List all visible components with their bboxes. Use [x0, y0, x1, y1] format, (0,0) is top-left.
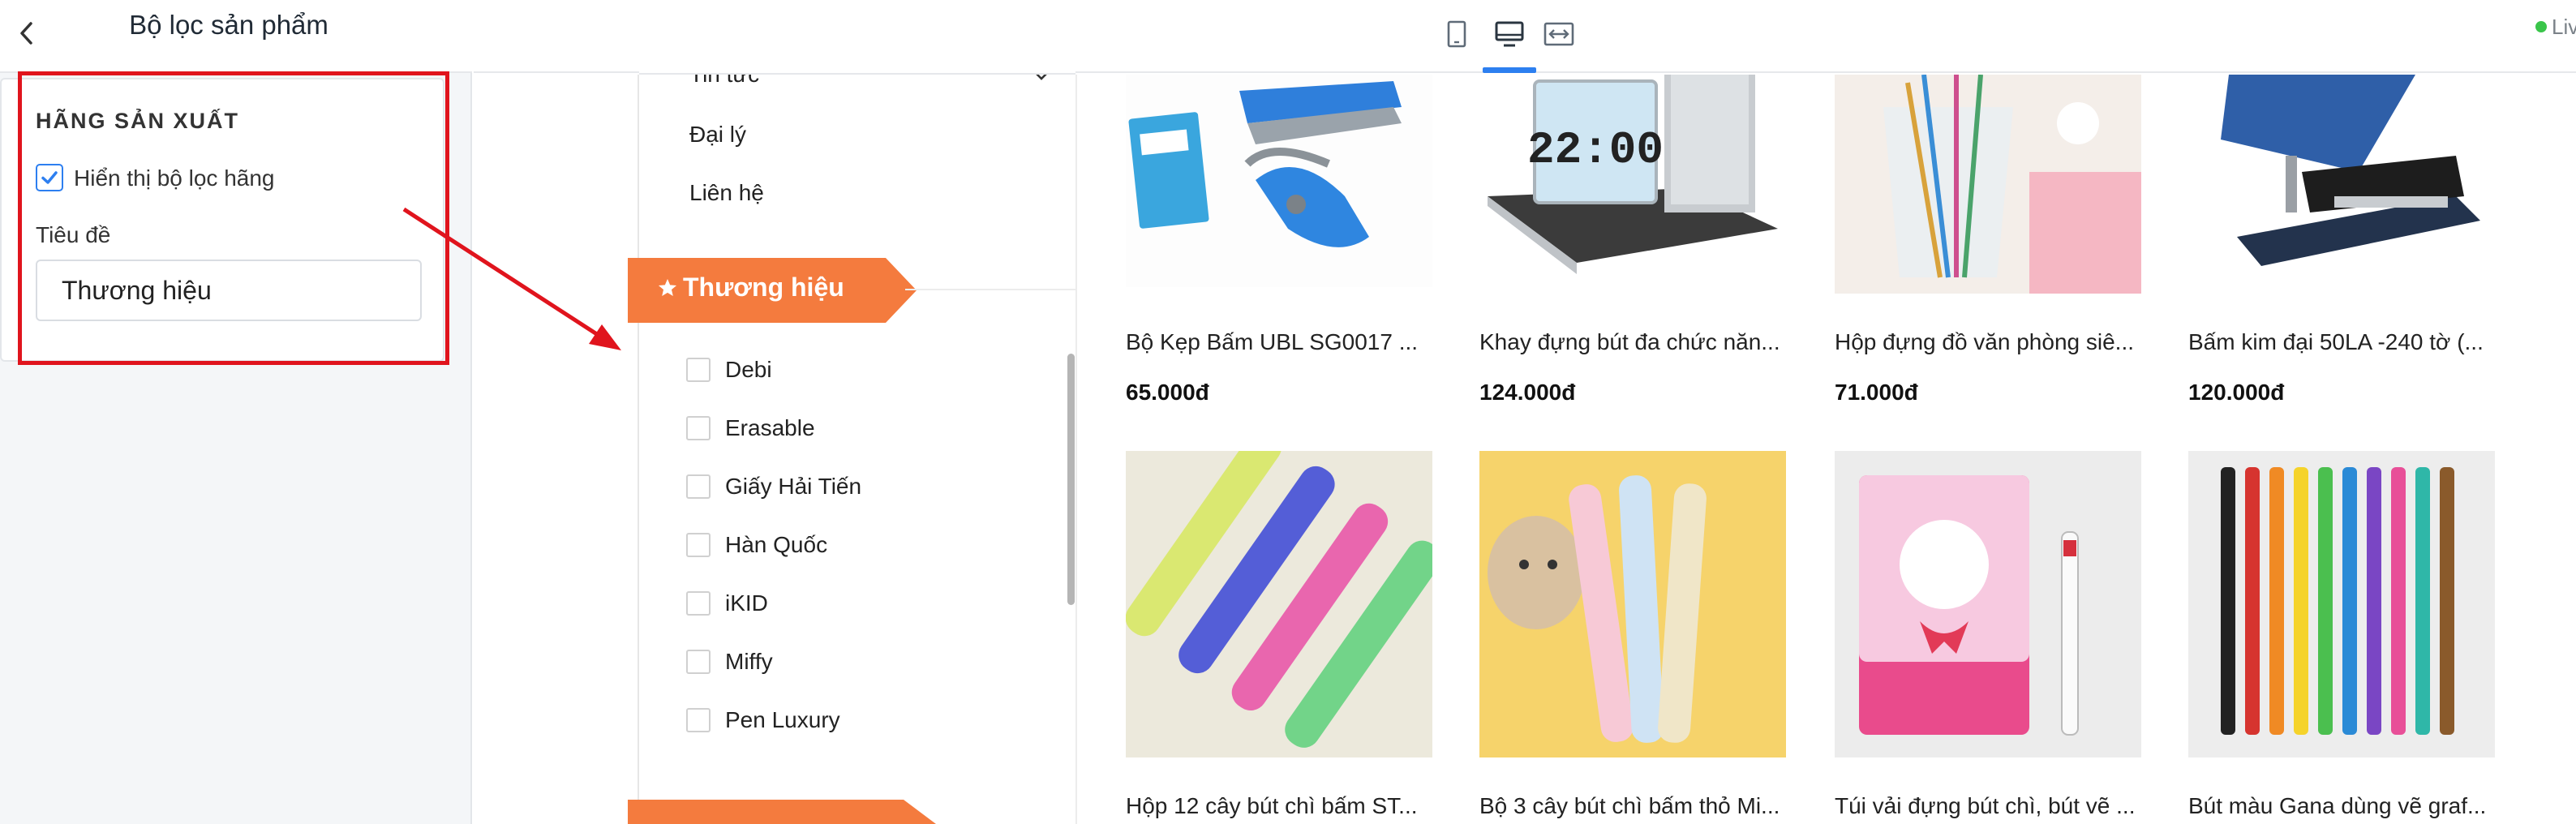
brand-checkbox[interactable] — [686, 650, 711, 674]
desktop-view-button[interactable] — [1488, 13, 1531, 55]
product-name[interactable]: Bộ 3 cây bút chì bấm thỏ Mi... — [1479, 793, 1786, 819]
heavy-stapler-image — [2188, 75, 2495, 287]
live-status-dot — [2535, 21, 2547, 32]
brand-checkbox[interactable] — [686, 474, 711, 499]
clock-pen-holder-image: 22:00 — [1479, 75, 1786, 287]
brand-item-ikid[interactable]: iKID — [686, 587, 768, 620]
mechanical-pencils-image — [1126, 451, 1432, 757]
product-image[interactable] — [1126, 75, 1432, 287]
product-name[interactable]: Khay đựng bút đa chức năn... — [1479, 329, 1786, 355]
product-image[interactable] — [1479, 451, 1786, 757]
mobile-icon — [1447, 20, 1466, 48]
brand-label: iKID — [725, 590, 768, 616]
product-price: 120.000đ — [2188, 380, 2285, 405]
brand-item-miffy[interactable]: Miffy — [686, 646, 773, 678]
ribbon-underline — [905, 289, 1075, 290]
star-icon — [658, 278, 677, 296]
preview-divider — [638, 75, 639, 824]
brand-label: Miffy — [725, 649, 773, 674]
product-image[interactable]: 22:00 — [1479, 75, 1786, 287]
brand-checkbox[interactable] — [686, 416, 711, 440]
brand-checkbox[interactable] — [686, 591, 711, 616]
panel-title: Bộ lọc sản phẩm — [129, 10, 328, 40]
product-price: 65.000đ — [1126, 380, 1209, 405]
brand-filter-heading-text: Thương hiệu — [683, 273, 844, 302]
brand-item-han-quoc[interactable]: Hàn Quốc — [686, 529, 827, 561]
brand-item-pen-luxury[interactable]: Pen Luxury — [686, 704, 840, 736]
next-filter-ribbon — [628, 800, 936, 824]
brand-checkbox[interactable] — [686, 358, 711, 382]
brand-label: Pen Luxury — [725, 707, 840, 732]
brand-item-erasable[interactable]: Erasable — [686, 412, 815, 444]
product-name[interactable]: Bộ Kẹp Bấm UBL SG0017 ... — [1126, 329, 1432, 355]
product-name[interactable]: Hộp 12 cây bút chì bấm ST... — [1126, 793, 1432, 819]
product-name[interactable]: Túi vải đựng bút chì, bút vẽ ... — [1835, 793, 2141, 819]
mobile-view-button[interactable] — [1436, 13, 1478, 55]
brand-label: Giấy Hải Tiến — [725, 474, 862, 499]
product-name[interactable]: Bấm kim đại 50LA -240 tờ (... — [2188, 329, 2495, 355]
product-name[interactable]: Bút màu Gana dùng vẽ graf... — [2188, 793, 2495, 819]
selected-device-indicator — [1483, 67, 1536, 73]
live-status-label: Liv — [2552, 15, 2576, 39]
product-image[interactable] — [1835, 75, 2141, 294]
preview-top-clip — [639, 0, 1075, 75]
product-price: 124.000đ — [1479, 380, 1576, 405]
product-image[interactable] — [2188, 75, 2495, 287]
brand-filter-heading: Thương hiệu — [657, 273, 844, 303]
product-image[interactable] — [2188, 451, 2495, 757]
menu-item-dealer[interactable]: Đại lý — [689, 122, 746, 148]
fullwidth-icon — [1543, 22, 1574, 46]
stapler-set-image — [1126, 75, 1432, 287]
product-price: 71.000đ — [1835, 380, 1918, 405]
product-image[interactable] — [1835, 451, 2141, 757]
desktop-icon — [1495, 21, 1524, 47]
product-name[interactable]: Hộp đựng đồ văn phòng siê... — [1835, 329, 2141, 355]
sidebar-divider — [1075, 75, 1077, 824]
annotation-highlight-box — [18, 71, 449, 365]
brand-item-giay-hai-tien[interactable]: Giấy Hải Tiến — [686, 470, 861, 503]
pen-cup-image — [1835, 75, 2141, 294]
brand-item-debi[interactable]: Debi — [686, 354, 772, 386]
fullwidth-view-button[interactable] — [1538, 13, 1580, 55]
brand-checkbox[interactable] — [686, 708, 711, 732]
svg-text:22:00: 22:00 — [1527, 124, 1664, 176]
product-image[interactable] — [1126, 451, 1432, 757]
brand-list-scrollbar[interactable] — [1067, 354, 1075, 605]
brand-checkbox[interactable] — [686, 533, 711, 557]
brand-label: Erasable — [725, 415, 815, 440]
color-markers-image — [2188, 451, 2495, 757]
brand-label: Hàn Quốc — [725, 532, 828, 557]
rabbit-pens-image — [1479, 451, 1786, 757]
hello-kitty-pouch-image — [1835, 451, 2141, 757]
menu-item-contact[interactable]: Liên hệ — [689, 180, 764, 206]
brand-label: Debi — [725, 357, 772, 382]
brand-filter-list: Debi Erasable Giấy Hải Tiến Hàn Quốc iKI… — [649, 341, 1054, 738]
